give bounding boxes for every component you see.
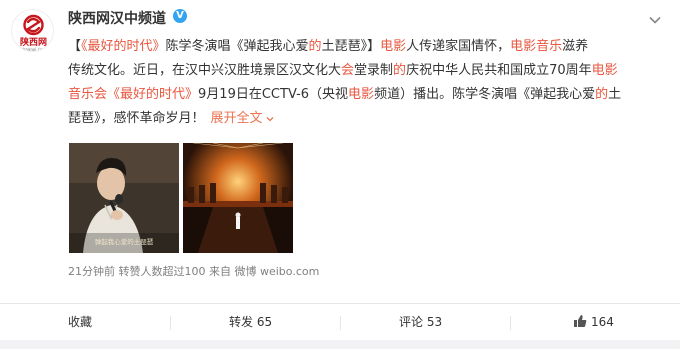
post-text-segment: 人传递家国情怀，	[406, 39, 511, 54]
chevron-down-icon[interactable]	[648, 13, 662, 27]
weibo-post-card: 陕西网 shaanxi.com 陕西网汉中频道 V 【《最好的时代》陈学冬演唱《…	[0, 0, 680, 349]
highlighted-keyword[interactable]: 音乐会	[68, 87, 107, 102]
repost-button[interactable]: 转发 65	[229, 304, 272, 340]
bottom-spacer	[0, 340, 680, 349]
highlighted-keyword[interactable]: 电影	[592, 63, 618, 78]
post-text-line: 音乐会《最好的时代》9月19日在CCTV-6（央视电影频道）播出。陈学冬演唱《弹…	[68, 83, 668, 107]
post-text-segment: 土	[608, 87, 622, 102]
verified-icon: V	[173, 9, 187, 23]
avatar[interactable]: 陕西网 shaanxi.com	[11, 9, 54, 52]
highlighted-keyword[interactable]: 电影	[348, 87, 374, 102]
action-separator	[510, 316, 511, 330]
post-image-2[interactable]	[183, 143, 293, 253]
post-text-segment: 滋养	[562, 39, 589, 54]
favorite-button[interactable]: 收藏	[68, 304, 92, 340]
account-name[interactable]: 陕西网汉中频道	[68, 8, 166, 28]
post-text: 【《最好的时代》陈学冬演唱《弹起我心爱的土琵琶》】电影人传递家国情怀，电影音乐滋…	[68, 35, 668, 131]
post-text-line: 【《最好的时代》陈学冬演唱《弹起我心爱的土琵琶》】电影人传递家国情怀，电影音乐滋…	[68, 35, 668, 59]
post-text-segment: 琵琶》，感怀革命岁月！	[68, 111, 205, 126]
shaanxi-logo-icon: 陕西网 shaanxi.com	[20, 14, 47, 52]
highlighted-keyword[interactable]: 《最好的时代》	[81, 39, 166, 54]
highlighted-keyword[interactable]: 电影	[380, 39, 406, 54]
post-text-segment: 土琵琶》】	[321, 39, 381, 54]
expand-full-text-link[interactable]: 展开全文	[211, 111, 274, 126]
avatar-sub-text: shaanxi.com	[21, 47, 46, 52]
stage-photo	[183, 143, 293, 253]
post-text-segment: 陈学冬演唱《弹起我心爱	[165, 39, 309, 54]
highlighted-keyword[interactable]: 的	[393, 63, 406, 78]
post-text-segment: 传统文化。近日，在汉中兴汉胜境景区汉文化大	[68, 63, 342, 78]
action-bar: 收藏 转发 65 评论 53 164	[0, 304, 680, 340]
post-text-segment: 【	[68, 39, 82, 54]
chevron-down-icon	[266, 116, 273, 121]
highlighted-keyword[interactable]: 会	[341, 63, 354, 78]
post-text-segment: 9月19日在CCTV-6（央视	[198, 87, 349, 102]
highlighted-keyword[interactable]: 电影音乐	[510, 39, 562, 54]
action-separator	[170, 316, 171, 330]
post-text-line: 传统文化。近日，在汉中兴汉胜境景区汉文化大会堂录制的庆祝中华人民共和国成立70周…	[68, 59, 668, 83]
thumbs-up-icon	[574, 315, 587, 327]
post-image-1[interactable]: 弹起我心爱的土琵琶	[69, 143, 179, 253]
expand-label: 展开全文	[210, 111, 263, 126]
photo-caption: 弹起我心爱的土琵琶	[95, 237, 154, 246]
post-text-segment: 堂录制	[354, 63, 394, 78]
like-count: 164	[591, 315, 614, 329]
comment-button[interactable]: 评论 53	[399, 304, 442, 340]
singer-photo: 弹起我心爱的土琵琶	[69, 143, 179, 253]
action-separator	[340, 316, 341, 330]
post-meta: 21分钟前 转赞人数超过100 来自 微博 weibo.com	[68, 265, 320, 278]
highlighted-keyword[interactable]: 《最好的时代》	[107, 87, 198, 102]
highlighted-keyword[interactable]: 的	[595, 87, 608, 102]
post-text-segment: 庆祝中华人民共和国成立70周年	[406, 63, 592, 78]
highlighted-keyword[interactable]: 的	[309, 39, 322, 54]
post-text-line: 琵琶》，感怀革命岁月！ 展开全文	[68, 107, 668, 131]
post-text-segment: 频道）播出。陈学冬演唱《弹起我心爱	[374, 87, 596, 102]
like-button[interactable]: 164	[573, 304, 614, 340]
